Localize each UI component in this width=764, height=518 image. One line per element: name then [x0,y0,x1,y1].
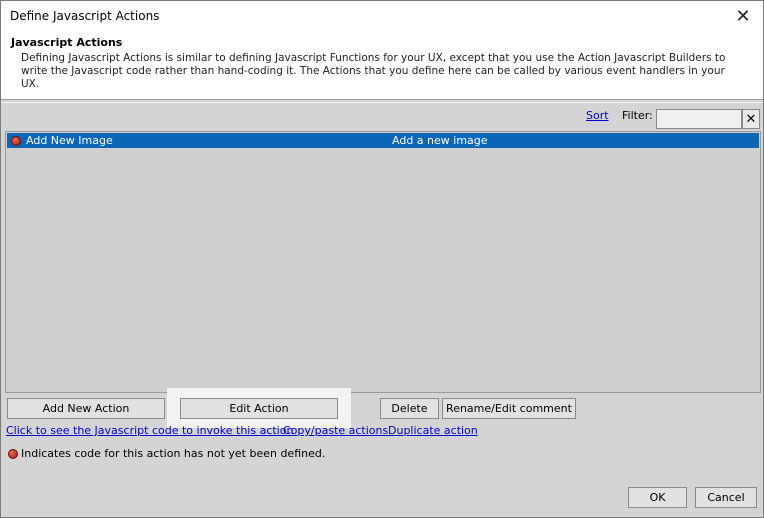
delete-button[interactable]: Delete [380,398,439,419]
add-new-action-button[interactable]: Add New Action [7,398,165,419]
clear-x-icon: ✕ [745,111,757,127]
legend: Indicates code for this action has not y… [8,447,325,460]
actions-list[interactable]: Add New Image Add a new image [5,131,761,393]
title-bar[interactable]: Define Javascript Actions ✕ [1,1,763,32]
duplicate-action-link[interactable]: Duplicate action [388,424,478,437]
ok-button[interactable]: OK [628,487,687,508]
header-description: Defining Javascript Actions is similar t… [21,52,726,90]
red-dot-icon [8,448,18,459]
see-javascript-code-link[interactable]: Click to see the Javascript code to invo… [6,424,293,437]
filter-label: Filter: [622,109,653,122]
dialog-window: Define Javascript Actions ✕ Javascript A… [0,0,764,518]
rename-edit-comment-button[interactable]: Rename/Edit comment [442,398,576,419]
filter-clear-button[interactable]: ✕ [742,109,760,129]
divider [1,102,763,103]
red-dot-icon [11,135,21,146]
copy-paste-actions-link[interactable]: Copy/paste actions [283,424,388,437]
cancel-button[interactable]: Cancel [695,487,757,508]
action-name: Add New Image [26,134,113,147]
close-icon: ✕ [735,6,751,27]
header-panel: Javascript Actions Defining Javascript A… [1,32,763,100]
header-title: Javascript Actions [11,36,123,49]
filter-input[interactable] [656,109,742,129]
window-title: Define Javascript Actions [10,9,160,23]
edit-action-button[interactable]: Edit Action [180,398,338,419]
legend-text: Indicates code for this action has not y… [21,447,326,460]
list-item[interactable]: Add New Image Add a new image [7,133,759,148]
sort-link[interactable]: Sort [586,109,609,122]
close-button[interactable]: ✕ [723,1,763,32]
action-comment: Add a new image [392,134,488,147]
